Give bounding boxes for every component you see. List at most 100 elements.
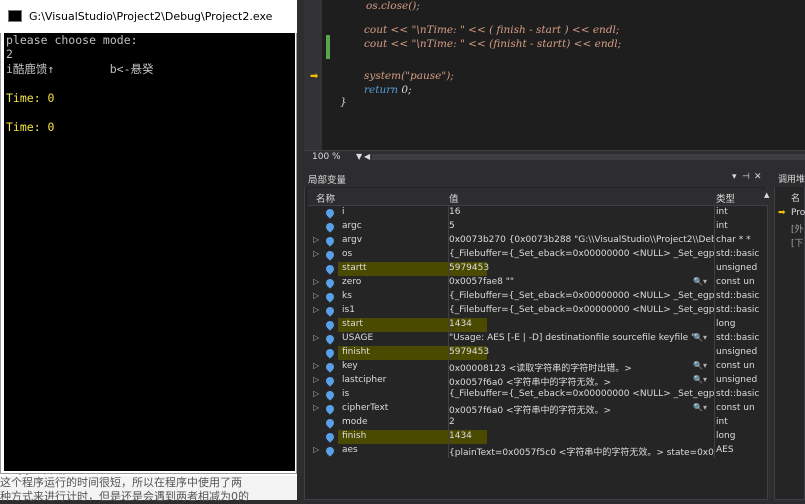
visualizer-icon[interactable]: 🔍▾: [693, 375, 707, 384]
variable-value[interactable]: 16: [449, 207, 714, 217]
table-row[interactable]: ▷ ks {_Filebuffer={_Set_eback=0x00000000 <…: [308, 290, 768, 304]
close-icon[interactable]: ✕: [754, 172, 762, 182]
table-row[interactable]: ▷ is {_Filebuffer={_Set_eback=0x00000000 <…: [308, 388, 768, 402]
column-header-value[interactable]: 值: [449, 191, 459, 205]
callstack-item[interactable]: [下: [791, 236, 804, 249]
column-header-type[interactable]: 类型: [716, 191, 735, 205]
code-line-cout2[interactable]: cout << "\nTime: " << (finisht - startt)…: [364, 38, 621, 50]
variable-value[interactable]: 5979453: [449, 263, 714, 273]
dropdown-icon[interactable]: ▾: [732, 172, 737, 182]
variable-value[interactable]: {_Filebuffer={_Set_eback=0x00000000 <NUL…: [449, 291, 714, 301]
expand-icon[interactable]: ▷: [313, 291, 319, 300]
variable-value[interactable]: {_Filebuffer={_Set_eback=0x00000000 <NUL…: [449, 389, 714, 399]
table-row[interactable]: mode 2 int: [308, 416, 768, 430]
variable-value[interactable]: 0x0057f6a0 <字符串中的字符无效。>: [449, 403, 714, 416]
variable-value[interactable]: 0x00008123 <读取字符串的字符时出错。>: [449, 361, 714, 374]
table-row[interactable]: finish 1434 long: [308, 430, 768, 444]
code-line-system[interactable]: system("pause");: [364, 70, 454, 82]
pin-icon[interactable]: ⊣: [742, 172, 750, 182]
variable-icon: [324, 417, 336, 429]
variable-name: key: [342, 361, 358, 371]
table-row[interactable]: argc 5 int: [308, 220, 768, 234]
table-row[interactable]: ▷ argv 0x0073b270 {0x0073b288 "G:\\VisualS…: [308, 234, 768, 248]
variable-value[interactable]: 1434: [449, 319, 714, 329]
variable-name: i: [342, 207, 345, 217]
variable-icon: [324, 235, 336, 247]
variable-type: std::basic: [716, 333, 760, 343]
variable-icon: [324, 263, 336, 275]
callstack-item[interactable]: [外: [791, 222, 804, 235]
table-row[interactable]: ▷ os {_Filebuffer={_Set_eback=0x00000000 <…: [308, 248, 768, 262]
zoom-dropdown-icon[interactable]: ▼: [356, 152, 362, 161]
visualizer-icon[interactable]: 🔍▾: [693, 361, 707, 370]
expand-icon[interactable]: ▷: [313, 333, 319, 342]
expand-icon[interactable]: ▷: [313, 277, 319, 286]
variable-value[interactable]: {_Filebuffer={_Set_eback=0x00000000 <NUL…: [449, 249, 714, 259]
column-divider: [714, 304, 715, 318]
variable-value[interactable]: 2: [449, 417, 714, 427]
table-row[interactable]: finisht 5979453 unsigned: [308, 346, 768, 360]
visualizer-icon[interactable]: 🔍▾: [693, 403, 707, 412]
code-line-cout1[interactable]: cout << "\nTime: " << ( finish - start )…: [364, 24, 619, 36]
table-row[interactable]: ▷ USAGE "Usage: AES [-E | -D] destinationf…: [308, 332, 768, 346]
column-divider: [714, 416, 715, 430]
expand-icon[interactable]: ▷: [313, 403, 319, 412]
expand-icon[interactable]: ▷: [313, 389, 319, 398]
variable-value[interactable]: 0x0057f6a0 <字符串中的字符无效。>: [449, 375, 714, 388]
callstack-item[interactable]: Pro: [791, 208, 805, 218]
variable-type: char * *: [716, 235, 751, 245]
table-row[interactable]: ▷ lastcipher 0x0057f6a0 <字符串中的字符无效。> unsign…: [308, 374, 768, 388]
variable-icon: [324, 207, 336, 219]
variable-value[interactable]: 1434: [449, 431, 714, 441]
expand-icon[interactable]: ▷: [313, 445, 319, 454]
variable-icon: [324, 333, 336, 345]
expand-icon[interactable]: ▷: [313, 361, 319, 370]
table-row[interactable]: ▷ aes {plainText=0x0057f5c0 <字符串中的字符无效。> s…: [308, 444, 768, 458]
scroll-left-icon[interactable]: ◀: [364, 152, 370, 161]
expand-icon[interactable]: ▷: [313, 305, 319, 314]
table-row[interactable]: startt 5979453 unsigned: [308, 262, 768, 276]
console-title-bar[interactable]: G:\VisualStudio\Project2\Debug\Project2.…: [0, 0, 297, 33]
code-line-return[interactable]: return 0;: [364, 84, 412, 96]
variable-type: unsigned: [716, 263, 758, 273]
callstack-panel: [774, 169, 805, 500]
expand-icon[interactable]: ▷: [313, 249, 319, 258]
variable-icon: [324, 361, 336, 373]
table-row[interactable]: i 16 int: [308, 206, 768, 220]
table-row[interactable]: ▷ cipherText 0x0057f6a0 <字符串中的字符无效。> const …: [308, 402, 768, 416]
variable-value[interactable]: "Usage: AES [-E | -D] destinationfile so…: [449, 333, 714, 343]
table-row[interactable]: ▷ is1 {_Filebuffer={_Set_eback=0x00000000 …: [308, 304, 768, 318]
expand-icon[interactable]: ▷: [313, 235, 319, 244]
column-header-name[interactable]: 名称: [316, 191, 335, 205]
scroll-up-icon[interactable]: ▲: [764, 191, 769, 199]
table-row[interactable]: ▷ key 0x00008123 <读取字符串的字符时出错。> const un 🔍▾: [308, 360, 768, 374]
visualizer-icon[interactable]: 🔍▾: [693, 277, 707, 286]
variable-name: USAGE: [342, 333, 374, 343]
console-output[interactable]: please choose mode: 2 i酷鹿馈↑ b<-悬癸 Time: …: [4, 33, 295, 471]
variable-type: unsigned: [716, 375, 758, 385]
variable-value[interactable]: 0x0057fae8 "": [449, 277, 714, 287]
variable-icon: [324, 389, 336, 401]
expand-icon[interactable]: ▷: [313, 375, 319, 384]
horizontal-scrollbar[interactable]: [372, 154, 805, 160]
variable-value[interactable]: 5979453: [449, 347, 714, 357]
zoom-level[interactable]: 100 %: [312, 152, 341, 162]
table-row[interactable]: start 1434 long: [308, 318, 768, 332]
variable-name: ks: [342, 291, 352, 301]
variable-value[interactable]: 5: [449, 221, 714, 231]
table-row[interactable]: ▷ zero 0x0057fae8 "" const un 🔍▾: [308, 276, 768, 290]
variable-value[interactable]: {plainText=0x0057f5c0 <字符串中的字符无效。> state…: [449, 445, 714, 458]
variable-name: argc: [342, 221, 362, 231]
code-line-close[interactable]: os.close();: [366, 0, 420, 12]
variable-icon: [324, 277, 336, 289]
variable-value[interactable]: {_Filebuffer={_Set_eback=0x00000000 <NUL…: [449, 305, 714, 315]
code-line-brace[interactable]: }: [340, 96, 347, 108]
variable-icon: [324, 305, 336, 317]
column-divider: [714, 346, 715, 360]
column-divider: [714, 290, 715, 304]
visualizer-icon[interactable]: 🔍▾: [693, 333, 707, 342]
change-indicator: [326, 35, 330, 59]
return-keyword: return: [364, 84, 398, 96]
change-margin: [322, 0, 352, 150]
variable-value[interactable]: 0x0073b270 {0x0073b288 "G:\\VisualStudio…: [449, 235, 714, 245]
